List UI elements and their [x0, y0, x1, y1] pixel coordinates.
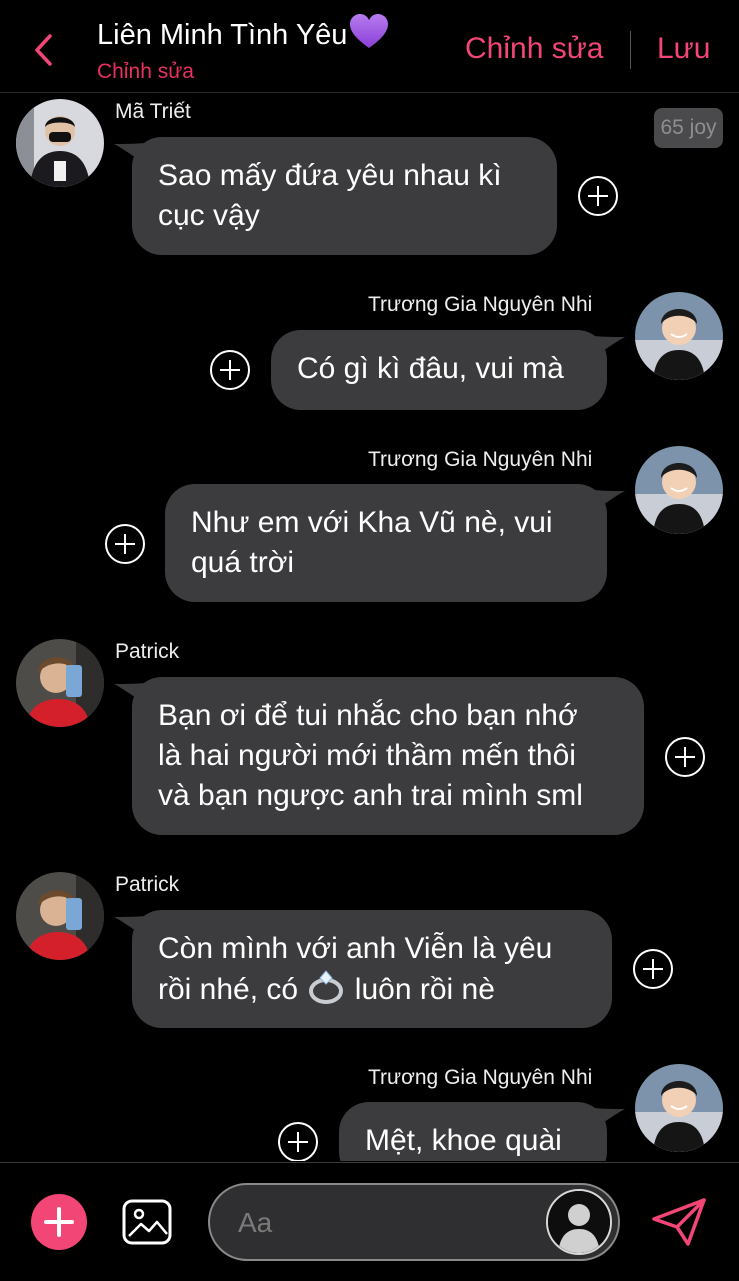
image-icon[interactable]: [121, 1196, 173, 1248]
message-text: và bạn ngược anh trai mình sml: [158, 779, 583, 812]
profile-icon[interactable]: [546, 1189, 612, 1255]
avatar-truong-gia-nguyen-nhi[interactable]: [635, 446, 723, 534]
message-input-placeholder: Aa: [238, 1207, 273, 1238]
purple-heart-icon: [349, 14, 389, 58]
chat-subtitle: Chỉnh sửa: [97, 60, 194, 83]
add-reaction-icon[interactable]: [209, 349, 251, 391]
message-text: Sao mấy đứa yêu nhau kì: [158, 159, 502, 192]
composer-bar: Aa: [0, 1162, 739, 1281]
message-text: Như em với Kha Vũ nè, vui: [191, 506, 553, 539]
message-text: Mệt, khoe quài: [365, 1124, 562, 1157]
ring-icon: [306, 969, 346, 1016]
message-bubble[interactable]: Có gì kì đâu, vui mà: [271, 330, 607, 410]
avatar-truong-gia-nguyen-nhi[interactable]: [635, 292, 723, 380]
chat-header: Liên Minh Tình Yêu Chỉnh sửa Chỉnh sửa L…: [0, 0, 739, 93]
plus-icon: [44, 1207, 74, 1237]
message-bubble[interactable]: Như em với Kha Vũ nè, vui quá trời: [165, 484, 607, 602]
message-bubble[interactable]: Bạn ơi để tui nhắc cho bạn nhớ là hai ng…: [132, 677, 644, 835]
message-text: Còn mình với anh Viễn là yêu: [158, 932, 553, 965]
header-divider: [630, 31, 631, 69]
avatar-truong-gia-nguyen-nhi[interactable]: [635, 1064, 723, 1152]
message-bubble[interactable]: Mệt, khoe quài: [339, 1102, 607, 1161]
message-text: quá trời: [191, 546, 295, 579]
send-icon[interactable]: [650, 1197, 708, 1247]
message-list[interactable]: 65 joy Mã Triết Sao mấy đứa yêu nhau kì …: [0, 93, 739, 1161]
joy-badge: 65 joy: [654, 108, 723, 148]
sender-name: Patrick: [115, 640, 180, 663]
message-text: Có gì kì đâu, vui mà: [297, 352, 564, 385]
add-reaction-icon[interactable]: [664, 736, 706, 778]
add-reaction-icon[interactable]: [104, 523, 146, 565]
message-text: là hai người mới thầm mến thôi: [158, 739, 576, 772]
chat-title: Liên Minh Tình Yêu: [97, 14, 389, 58]
message-line: rồi nhé, có luôn rồi nè: [158, 969, 586, 1016]
avatar-ma-triet[interactable]: [16, 99, 104, 187]
edit-button[interactable]: Chỉnh sửa: [465, 32, 604, 66]
back-chevron-icon[interactable]: [28, 26, 64, 76]
sender-name: Trương Gia Nguyên Nhi: [368, 293, 593, 316]
message-text: Bạn ơi để tui nhắc cho bạn nhớ: [158, 699, 578, 732]
message-input[interactable]: Aa: [208, 1183, 620, 1261]
save-button[interactable]: Lưu: [657, 32, 710, 66]
avatar-patrick[interactable]: [16, 639, 104, 727]
add-reaction-icon[interactable]: [277, 1121, 319, 1161]
message-bubble[interactable]: Còn mình với anh Viễn là yêu rồi nhé, có…: [132, 910, 612, 1028]
chat-title-text: Liên Minh Tình Yêu: [97, 19, 348, 51]
sender-name: Trương Gia Nguyên Nhi: [368, 448, 593, 471]
message-text: luôn rồi nè: [354, 973, 495, 1006]
message-text: rồi nhé, có: [158, 973, 299, 1006]
add-button[interactable]: [31, 1194, 87, 1250]
add-reaction-icon[interactable]: [577, 175, 619, 217]
sender-name: Trương Gia Nguyên Nhi: [368, 1066, 593, 1089]
sender-name: Mã Triết: [115, 100, 191, 123]
sender-name: Patrick: [115, 873, 180, 896]
message-bubble[interactable]: Sao mấy đứa yêu nhau kì cục vậy: [132, 137, 557, 255]
add-reaction-icon[interactable]: [632, 948, 674, 990]
message-text: cục vậy: [158, 199, 260, 232]
avatar-patrick[interactable]: [16, 872, 104, 960]
